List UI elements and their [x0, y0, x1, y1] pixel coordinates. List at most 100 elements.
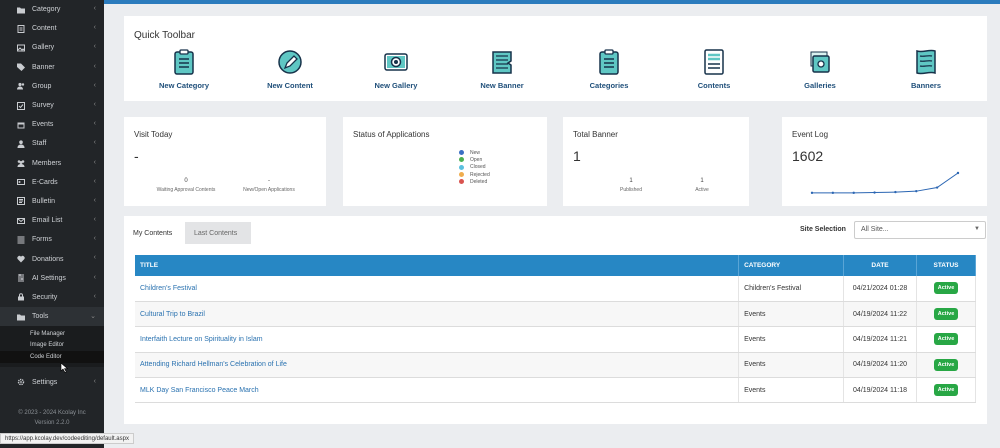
sidebar-item-e-cards[interactable]: E-Cards ‹: [0, 173, 104, 192]
chevron-left-icon: ‹: [93, 62, 96, 70]
sidebar-item-members[interactable]: Members ‹: [0, 154, 104, 173]
content-category: Events: [738, 326, 845, 353]
table-row: Attending Richard Hellman's Celebration …: [135, 352, 976, 379]
content-category: Events: [738, 377, 845, 404]
chevron-left-icon: ‹: [93, 81, 96, 89]
column-header-title[interactable]: TITLE: [135, 255, 740, 276]
submenu-item-code-editor[interactable]: Code Editor: [0, 351, 104, 363]
sidebar-item-label: E-Cards: [32, 178, 58, 186]
chevron-left-icon: ‹: [93, 139, 96, 147]
banner-count: 1: [573, 148, 581, 164]
sidebar-item-gallery[interactable]: Gallery ‹: [0, 38, 104, 57]
toolbar-new-banner-button[interactable]: New Banner: [462, 49, 542, 90]
ai-icon: [17, 274, 25, 282]
content-status: Active: [916, 377, 976, 404]
table-row: Children's Festival Children's Festival 04…: [135, 276, 976, 302]
stat-label: Waiting Approval Contents: [156, 187, 216, 193]
sidebar-item-events[interactable]: Events ‹: [0, 115, 104, 134]
calendar-icon: [17, 121, 25, 129]
folder-icon: [17, 6, 25, 14]
content-title-link[interactable]: Attending Richard Hellman's Celebration …: [135, 352, 740, 379]
legend-label: Open: [470, 157, 483, 164]
tag-icon: [17, 63, 25, 72]
event-log-sparkline: [810, 171, 960, 195]
column-header-category[interactable]: CATEGORY: [738, 255, 845, 276]
chevron-left-icon: ‹: [93, 196, 96, 204]
toolbar-label: New Banner: [480, 81, 524, 90]
sparkline-point: [810, 191, 814, 195]
chevron-left-icon: ‹: [93, 292, 96, 300]
sidebar-item-label: AI Settings: [32, 274, 66, 282]
file-icon: [17, 24, 25, 33]
sidebar-item-email-list[interactable]: Email List ‹: [0, 211, 104, 230]
stat-label: Published: [620, 187, 642, 193]
sidebar-item-group[interactable]: Group ‹: [0, 77, 104, 96]
toolbar-new-category-button[interactable]: New Category: [144, 49, 224, 90]
sidebar-item-banner[interactable]: Banner ‹: [0, 58, 104, 77]
tab-my-contents[interactable]: My Contents: [124, 222, 182, 244]
content-title-link[interactable]: Interfaith Lecture on Spirituality in Is…: [135, 326, 740, 353]
content-title-link[interactable]: Cultural Trip to Brazil: [135, 301, 740, 328]
link-status-url: https://app.kcolay.dev/codeediting/defau…: [0, 433, 134, 444]
content-status: Active: [916, 326, 976, 353]
column-header-status[interactable]: STATUS: [916, 255, 976, 276]
sidebar-item-category[interactable]: Category ‹: [0, 0, 104, 19]
toolbar-new-gallery-button[interactable]: New Gallery: [356, 49, 436, 90]
content-date: 04/21/2024 01:28: [843, 276, 918, 302]
quick-toolbar: Quick Toolbar New Category New Content New…: [124, 16, 987, 101]
applications-legend: New Open Closed Rejected Deleted: [459, 150, 490, 186]
legend-item-deleted: Deleted: [459, 179, 490, 186]
sidebar-item-tools[interactable]: Tools ⌄: [0, 307, 104, 327]
toolbar-banners-button[interactable]: Banners: [886, 49, 966, 90]
legend-item-closed: Closed: [459, 164, 490, 171]
sidebar-item-bulletin[interactable]: Bulletin ‹: [0, 192, 104, 211]
image-icon: [17, 44, 25, 52]
submenu-item-file-manager[interactable]: File Manager: [0, 328, 104, 340]
content-title-link[interactable]: MLK Day San Francisco Peace March: [135, 377, 740, 404]
toolbar-galleries-button[interactable]: Galleries: [780, 49, 860, 90]
sidebar-item-donations[interactable]: Donations ‹: [0, 249, 104, 268]
sidebar-item-label: Events: [32, 121, 54, 129]
legend-dot: [459, 178, 464, 184]
sidebar-item-content[interactable]: Content ‹: [0, 19, 104, 38]
status-badge: Active: [933, 358, 959, 371]
site-selection-dropdown[interactable]: All Site... ▼: [854, 221, 986, 239]
site-selection-value: All Site...: [861, 226, 889, 233]
sidebar-item-forms[interactable]: Forms ‹: [0, 230, 104, 249]
sidebar-item-label: Email List: [32, 217, 63, 225]
sparkline-point: [873, 191, 876, 194]
sidebar-item-label: Members: [32, 159, 62, 167]
form-icon: [17, 236, 25, 244]
sidebar-item-settings[interactable]: Settings ‹: [0, 373, 104, 392]
sidebar-item-label: Security: [32, 293, 58, 301]
sidebar-item-ai-settings[interactable]: AI Settings ‹: [0, 269, 104, 288]
stat-value: -: [268, 178, 270, 184]
chevron-left-icon: ‹: [93, 100, 96, 108]
toolbar-contents-button[interactable]: Contents: [674, 49, 754, 90]
sidebar-item-label: Content: [32, 25, 57, 33]
chevron-left-icon: ‹: [93, 377, 96, 385]
chevron-left-icon: ‹: [93, 120, 96, 128]
sidebar-item-label: Forms: [32, 236, 52, 244]
legend-item-open: Open: [459, 157, 490, 164]
content-date: 04/19/2024 11:22: [843, 301, 918, 328]
card-title: Total Banner: [573, 130, 618, 139]
toolbar-categories-button[interactable]: Categories: [569, 49, 649, 90]
quick-toolbar-title: Quick Toolbar: [134, 30, 195, 41]
toolbar-new-content-button[interactable]: New Content: [250, 49, 330, 90]
toolbar-label: New Category: [158, 81, 209, 90]
donation-icon: [17, 255, 25, 263]
tab-last-contents[interactable]: Last Contents: [185, 222, 251, 244]
sidebar-item-label: Category: [32, 6, 61, 14]
sidebar-item-security[interactable]: Security ‹: [0, 288, 104, 307]
sidebar-item-staff[interactable]: Staff ‹: [0, 134, 104, 153]
clipboard-icon: [569, 49, 649, 75]
applications-status-card: Status of Applications New Open Closed Reje…: [343, 117, 547, 206]
submenu-item-image-editor[interactable]: Image Editor: [0, 340, 104, 352]
sidebar-item-survey[interactable]: Survey ‹: [0, 96, 104, 115]
chevron-left-icon: ‹: [93, 273, 96, 281]
status-badge: Active: [933, 333, 959, 346]
content-title-link[interactable]: Children's Festival: [135, 276, 740, 302]
chevron-left-icon: ‹: [93, 177, 96, 185]
column-header-date[interactable]: DATE: [843, 255, 918, 276]
